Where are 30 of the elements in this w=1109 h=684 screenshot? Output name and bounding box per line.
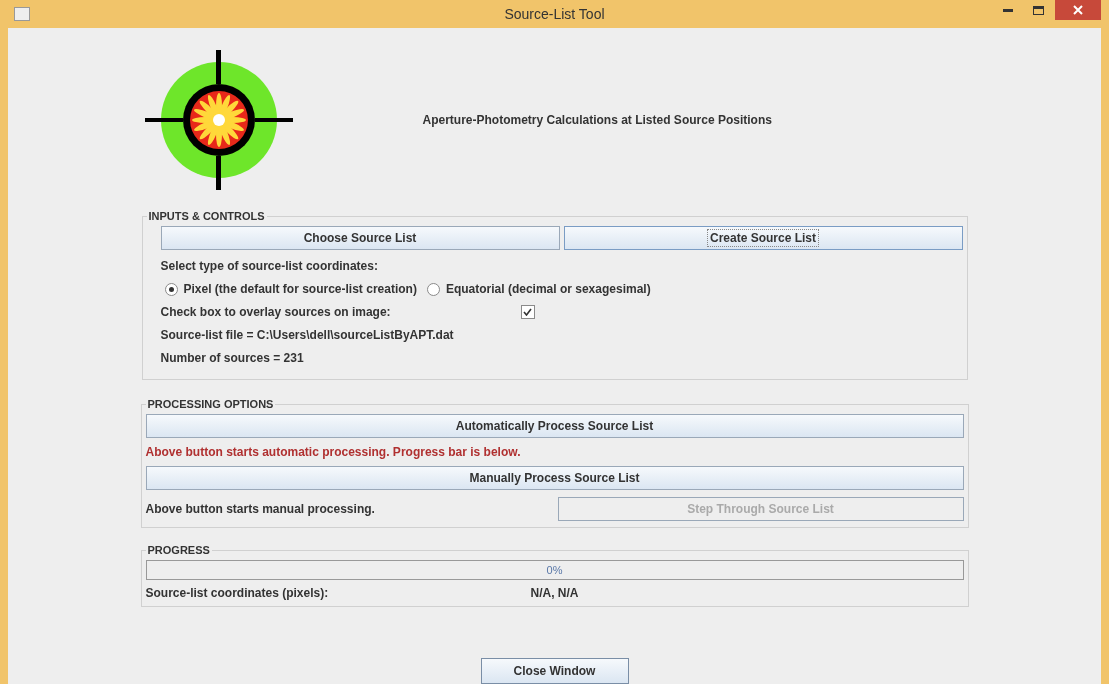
minimize-icon (1003, 8, 1013, 12)
auto-process-button[interactable]: Automatically Process Source List (145, 414, 964, 438)
check-icon (523, 308, 532, 316)
source-list-button[interactable]: Choose Source List (160, 226, 560, 250)
section-title: PROCESSING OPTIONS (146, 398, 275, 410)
maximize-icon (1032, 5, 1044, 15)
close-window-button[interactable]: Close Window (480, 658, 629, 684)
section-title: INPUTS & CONTROLS (147, 210, 266, 222)
coordinates-value: N/A, N/A (530, 586, 579, 600)
overlay-label: Check box to overlay sources on image: (160, 305, 392, 319)
radio-label: Pixel (the default for source-list creation) (183, 282, 417, 296)
coordinates-prompt: Select type of source-list coordinates: (160, 259, 378, 273)
close-icon (1073, 5, 1083, 15)
subtitle: Aperture-Photometry Calculations at Listed Source Positions (422, 113, 772, 127)
source-list-button[interactable]: Create Source List (563, 226, 963, 250)
radio-button[interactable] (426, 282, 440, 296)
coordinates-label: Source-list coordinates (pixels): (145, 586, 330, 600)
section-title: PROGRESS (146, 544, 211, 556)
focus-label: Create Source List (706, 229, 819, 247)
overlay-checkbox[interactable] (520, 305, 535, 319)
source-count-text: Number of sources = 231 (160, 351, 304, 365)
close-button[interactable] (1055, 0, 1101, 20)
auto-process-note: Above button starts automatic processing. Progress bar is below. (145, 445, 521, 459)
window-title: Source-List Tool (504, 6, 605, 22)
radio-button[interactable] (164, 282, 178, 296)
manual-process-note: Above button starts manual processing. (145, 502, 376, 516)
radio-label: Equatorial (decimal or sexagesimal) (445, 282, 651, 296)
file-path-text: Source-list file = C:\Users\dell\sourceListByAPT.dat (160, 328, 454, 342)
manual-process-button[interactable]: Manually Process Source List (145, 466, 964, 490)
app-icon (14, 7, 30, 21)
